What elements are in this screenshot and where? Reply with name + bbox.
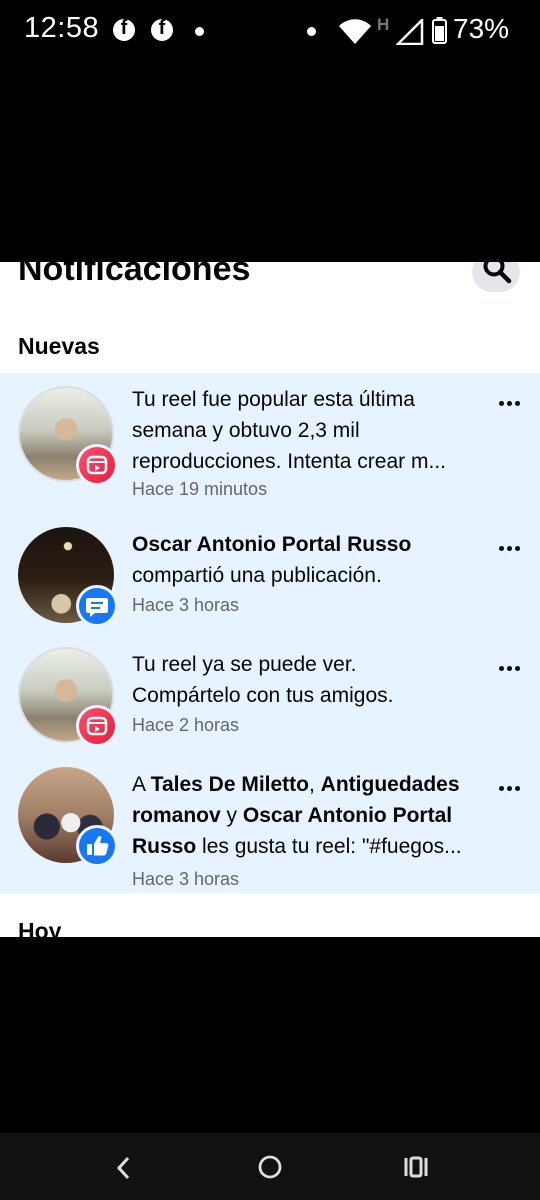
new-notifications-list: Tu reel fue popular esta última semana y… (0, 373, 540, 893)
notifications-page: Notificaciones Nuevas Tu reel fue popula… (0, 262, 540, 937)
notification-item[interactable]: Tu reel fue popular esta última semana y… (0, 373, 540, 507)
actor-name: Oscar Antonio Portal Russo (132, 533, 412, 556)
avatar (18, 647, 118, 747)
reels-icon (76, 705, 118, 747)
like-icon (76, 825, 118, 867)
notification-item[interactable]: A Tales De Miletto, Antiguedades romanov… (0, 758, 540, 889)
recents-icon[interactable] (403, 1156, 429, 1178)
notification-text: Tu reel ya se puede ver. Compártelo con … (132, 653, 394, 707)
signal-icon (396, 19, 424, 45)
avatar (18, 527, 118, 627)
notification-item[interactable]: Tu reel ya se puede ver. Compártelo con … (0, 638, 540, 750)
section-title-new: Nuevas (18, 333, 100, 359)
home-icon[interactable] (257, 1154, 283, 1180)
notification-text: Oscar Antonio Portal Russo compartió una… (132, 533, 412, 587)
notification-time: Hace 19 minutos (132, 479, 268, 499)
avatar (18, 386, 118, 486)
more-options-button[interactable] (496, 658, 526, 678)
battery-percentage: 73% (453, 13, 510, 44)
notification-time: Hace 3 horas (132, 869, 240, 889)
status-time: 12:58 (24, 12, 100, 44)
back-icon[interactable] (114, 1155, 134, 1181)
screen: 12:58 H 73% Notificaciones Nuevas (0, 0, 540, 1200)
more-options-button[interactable] (496, 393, 526, 413)
search-button[interactable] (472, 262, 520, 292)
notification-item[interactable]: Oscar Antonio Portal Russo compartió una… (0, 518, 540, 630)
reels-icon (76, 444, 118, 486)
actor-name: Russo (132, 835, 197, 858)
actor-name: Antiguedades (320, 773, 460, 796)
section-title-today: Hoy (18, 918, 62, 937)
comment-icon (76, 585, 118, 627)
actor-name: Tales De Miletto (150, 773, 309, 796)
navigation-bar (0, 1133, 540, 1200)
actor-name: romanov (132, 804, 221, 827)
notification-text: Tu reel fue popular esta última semana y… (132, 388, 446, 473)
network-type: H (377, 15, 390, 34)
dot-icon (307, 27, 316, 36)
search-icon (483, 262, 512, 284)
facebook-icon (113, 17, 135, 41)
more-options-button[interactable] (496, 778, 526, 798)
facebook-icon (151, 17, 173, 41)
status-bar: 12:58 H 73% (0, 0, 540, 62)
wifi-icon (339, 19, 371, 44)
more-options-button[interactable] (496, 538, 526, 558)
avatar (18, 767, 118, 867)
actor-name: Oscar Antonio Portal (242, 804, 453, 827)
dot-icon (195, 27, 204, 36)
battery-icon (432, 17, 447, 44)
notification-time: Hace 2 horas (132, 715, 240, 735)
notification-time: Hace 3 horas (132, 595, 240, 615)
page-title: Notificaciones (18, 262, 251, 288)
notification-text: A Tales De Miletto, Antiguedades romanov… (132, 773, 462, 858)
